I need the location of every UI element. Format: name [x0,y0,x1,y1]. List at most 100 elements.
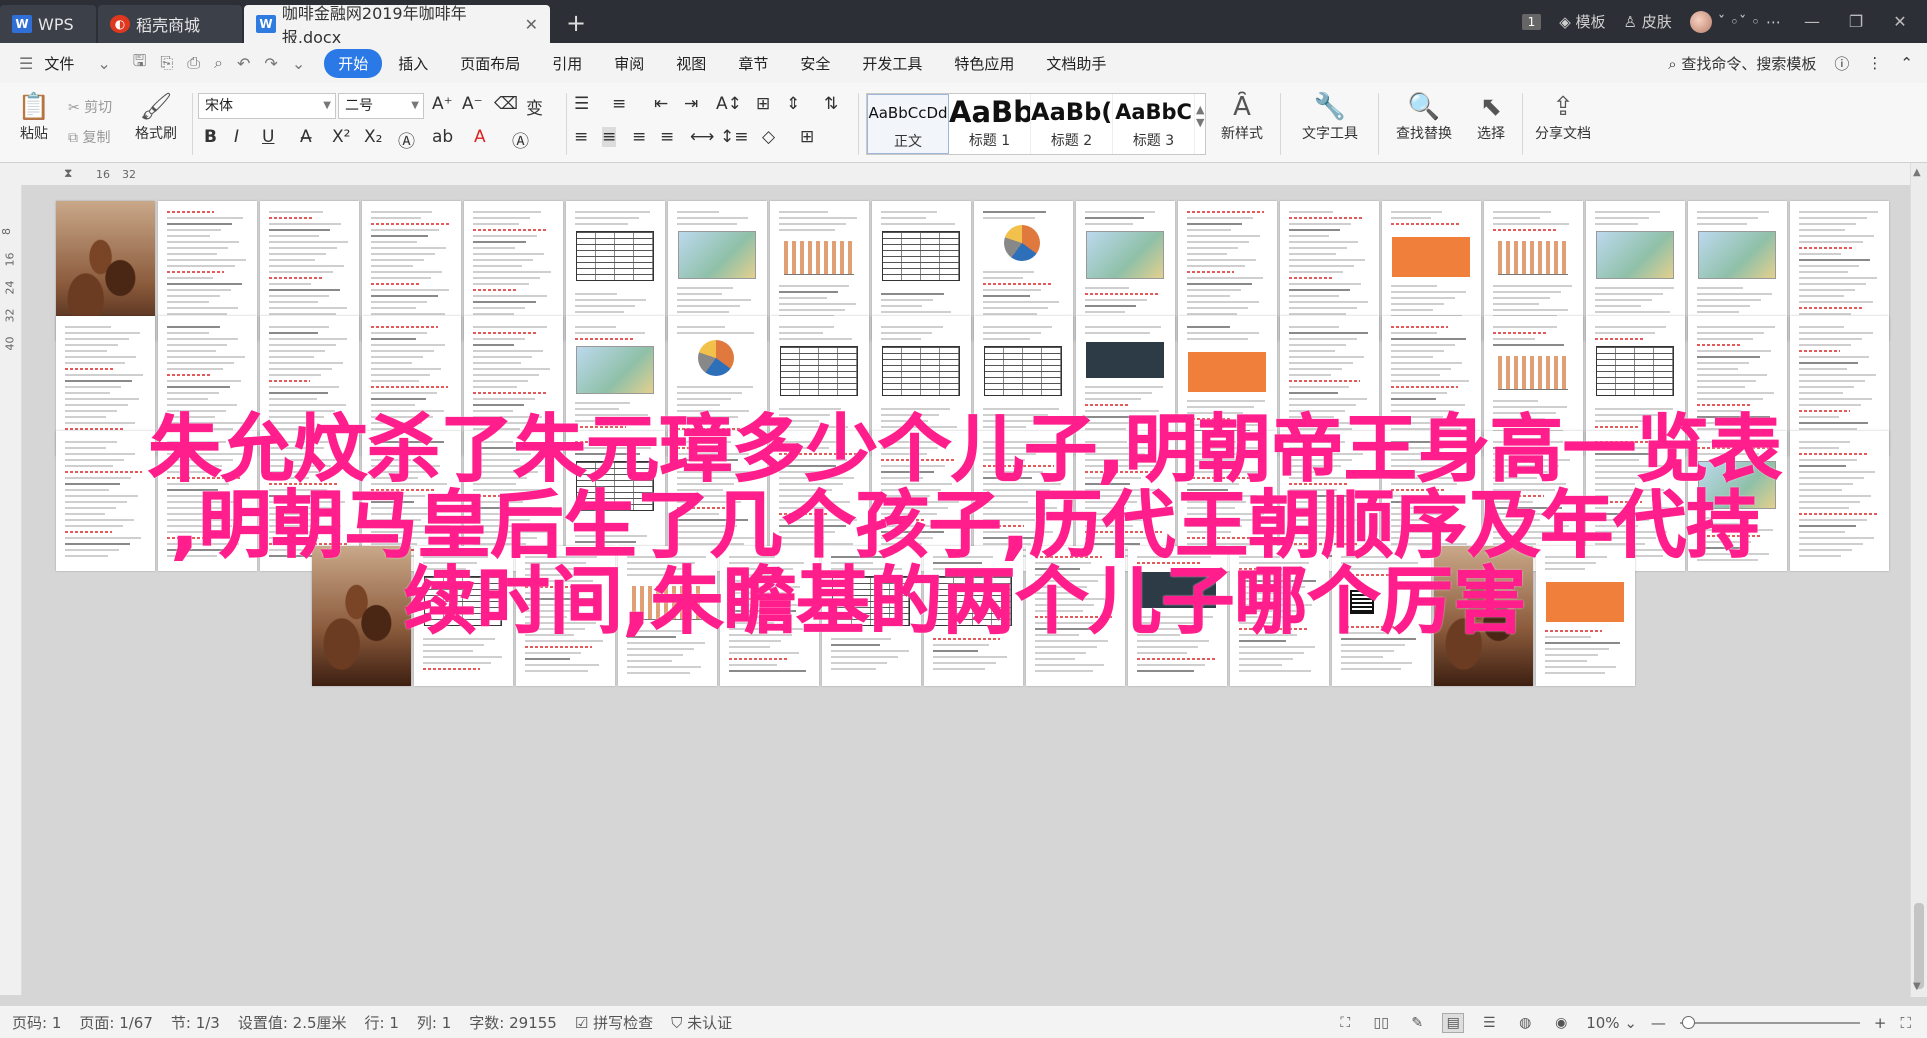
shading-icon[interactable]: ◇ [762,127,775,147]
minimize-icon[interactable]: — [1799,12,1825,31]
copy-button[interactable]: ⧉ 复制 [68,127,110,147]
page-thumbnail[interactable] [822,546,921,686]
clear-format-icon[interactable]: ⌫ [494,94,518,114]
select-button[interactable]: ⬉ 选择 [1466,91,1516,143]
phonetic-icon[interactable]: 变 [526,94,543,119]
chevron-down-icon[interactable]: ⌄ [90,54,117,73]
bullet-list-icon[interactable]: ☰ [574,94,589,114]
text-effect-icon[interactable]: Ⓐ [398,127,415,152]
style-scroll-icon[interactable]: ▲ ▼ [1196,103,1204,129]
tab-wps[interactable]: W WPS [0,5,96,43]
align-right-icon[interactable]: ≡ [632,127,646,147]
paste-button[interactable]: 📋 粘贴 [12,91,56,143]
page-thumbnail[interactable] [618,546,717,686]
menu-tab-page-layout[interactable]: 页面布局 [444,53,536,74]
export-pdf-icon[interactable]: ⎘ [153,53,180,73]
command-search[interactable]: ⌕ 查找命令、搜索模板 [1668,53,1816,74]
save-icon[interactable]: 🖫 [126,50,154,77]
share-document-button[interactable]: ⇪ 分享文档 [1530,91,1596,143]
italic-icon[interactable]: I [234,127,239,147]
justify-icon[interactable]: ≡ [660,127,674,147]
cut-button[interactable]: ✂ 剪切 [68,97,112,117]
hamburger-icon[interactable]: ☰ [12,54,40,73]
page-thumbnail[interactable] [1536,546,1635,686]
page-thumbnail[interactable] [56,431,155,571]
superscript-icon[interactable]: X² [332,127,350,147]
underline-icon[interactable]: U [262,127,274,147]
align-center-icon[interactable]: ≡ [602,127,617,147]
zoom-slider-knob[interactable] [1681,1015,1695,1029]
status-word-count[interactable]: 字数: 29155 [469,1012,557,1033]
increase-indent-icon[interactable]: ⇥ [684,94,698,114]
sort-icon[interactable]: ⇅ [824,94,838,114]
status-page-number[interactable]: 页码: 1 [12,1012,61,1033]
page-thumbnail[interactable] [1230,546,1329,686]
tab-store[interactable]: ◐ 稻壳商城 [98,5,242,43]
eye-protection-icon[interactable]: ◉ [1550,1013,1572,1033]
status-row[interactable]: 行: 1 [365,1012,399,1033]
page-thumbnail[interactable] [1790,431,1889,571]
page-thumbnail[interactable] [720,546,819,686]
strikethrough-icon[interactable]: A̶ [300,127,312,147]
decrease-indent-icon[interactable]: ⇤ [654,94,668,114]
print-icon[interactable]: ⎙ [180,53,207,73]
document-workspace[interactable] [22,185,1910,997]
scrollbar-thumb[interactable] [1914,903,1924,989]
status-section[interactable]: 节: 1/3 [171,1012,220,1033]
tab-document[interactable]: W 咖啡金融网2019年咖啡年报.docx ✕ [244,4,550,47]
text-direction-icon[interactable]: A↕ [716,94,742,114]
template-button[interactable]: ◈ 模板 [1559,11,1605,32]
page-thumbnail[interactable] [516,546,615,686]
file-menu[interactable]: 文件 [40,53,90,74]
borders-icon[interactable]: ⊞ [800,127,814,147]
grow-font-icon[interactable]: A⁺ [432,94,453,114]
outline-view-icon[interactable]: ☰ [1478,1013,1500,1033]
customize-icon[interactable]: ⌄ [285,54,312,73]
text-tools-button[interactable]: 🔧 文字工具 [1290,91,1370,143]
edit-mode-icon[interactable]: ✎ [1406,1013,1428,1033]
menu-tab-insert[interactable]: 插入 [382,53,444,74]
menu-tab-developer[interactable]: 开发工具 [846,53,938,74]
style-heading-1[interactable]: AaBb 标题 1 [949,94,1031,154]
menu-tab-review[interactable]: 审阅 [598,53,660,74]
undo-icon[interactable]: ↶ [230,54,257,73]
read-mode-icon[interactable]: ▯▯ [1370,1013,1392,1033]
print-preview-icon[interactable]: ⌕ [207,53,230,73]
web-view-icon[interactable]: ◍ [1514,1013,1536,1033]
style-normal[interactable]: AaBbCcDd 正文 [867,94,949,154]
style-heading-3[interactable]: AaBbC 标题 3 [1113,94,1195,154]
page-thumbnail[interactable] [924,546,1023,686]
fullscreen-icon[interactable]: ⛶ [1334,1013,1356,1033]
numbered-list-icon[interactable]: ≡ [612,94,626,114]
zoom-out-icon[interactable]: — [1651,1014,1666,1032]
highlight-icon[interactable]: ab [432,127,453,147]
format-painter-button[interactable]: 🖌 格式刷 [128,91,184,143]
page-thumbnail[interactable] [1688,431,1787,571]
menu-tab-security[interactable]: 安全 [784,53,846,74]
redo-icon[interactable]: ↷ [257,54,284,73]
chinese-layout-icon[interactable]: ⊞ [756,94,770,114]
scroll-down-icon[interactable]: ▼ [1913,981,1921,992]
more-options-icon[interactable]: ⋮ [1867,54,1882,72]
status-setting[interactable]: 设置值: 2.5厘米 [238,1012,347,1033]
menu-tab-references[interactable]: 引用 [536,53,598,74]
style-heading-2[interactable]: AaBb( 标题 2 [1031,94,1113,154]
vertical-ruler[interactable]: 8 16 24 32 40 [0,185,22,995]
menu-tab-features[interactable]: 特色应用 [938,53,1030,74]
new-style-button[interactable]: Ȃ 新样式 [1212,91,1272,143]
close-tab-icon[interactable]: ✕ [525,15,538,34]
font-size-select[interactable]: 二号 ▼ [338,93,424,119]
help-icon[interactable]: ⓘ [1834,53,1849,74]
font-color-icon[interactable]: A [474,127,486,147]
zoom-level[interactable]: 10% ⌄ [1586,1014,1637,1032]
collapse-ribbon-icon[interactable]: ⌃ [1900,54,1913,72]
page-thumbnail[interactable] [312,546,411,686]
page-view-icon[interactable]: ▤ [1442,1012,1465,1033]
shrink-font-icon[interactable]: A⁻ [462,94,483,114]
restore-icon[interactable]: ❐ [1843,12,1869,31]
vertical-scrollbar[interactable]: ▲ ▼ [1910,163,1927,997]
close-window-icon[interactable]: ✕ [1887,12,1913,31]
menu-tab-start[interactable]: 开始 [324,48,383,78]
align-left-icon[interactable]: ≡ [574,127,588,147]
status-pages[interactable]: 页面: 1/67 [79,1012,153,1033]
